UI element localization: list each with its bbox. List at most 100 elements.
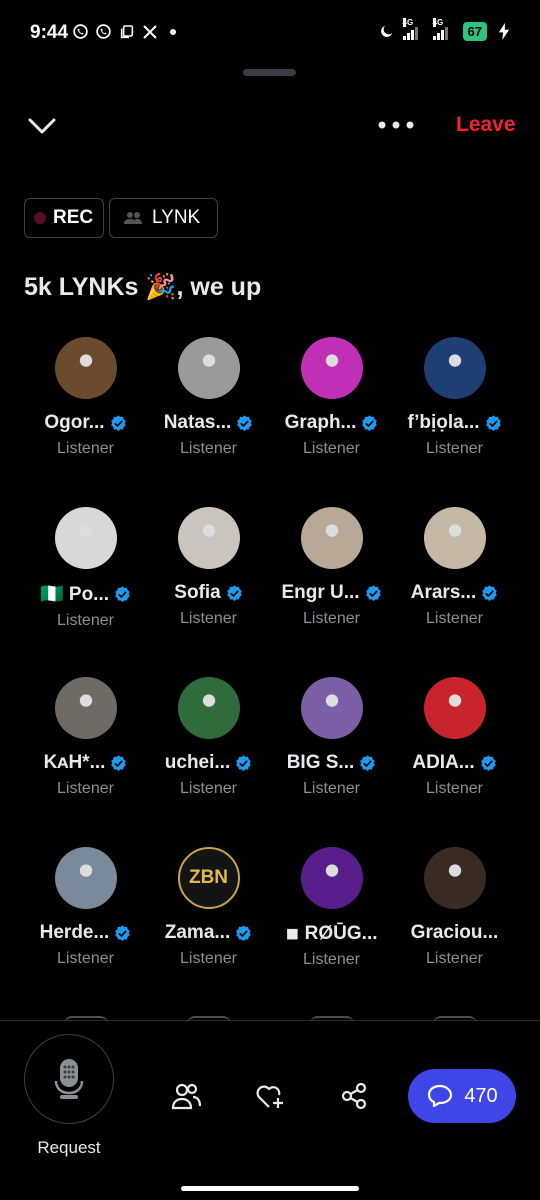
avatar (300, 847, 363, 909)
participant-tile[interactable]: 🇳🇬 Po... Listener (24, 507, 147, 630)
verified-badge-icon (362, 414, 378, 431)
participant-name: uchei... (164, 752, 231, 773)
name-row: BIG S... (270, 752, 393, 774)
name-row: f’bịọla... (393, 412, 516, 434)
avatar (177, 507, 240, 569)
participant-name: Graciou... (410, 922, 499, 943)
verified-badge-icon (236, 924, 252, 941)
home-indicator[interactable] (181, 1186, 359, 1191)
participants-button[interactable] (170, 1080, 202, 1112)
comments-button[interactable]: 470 (408, 1069, 516, 1123)
share-button[interactable] (338, 1080, 370, 1112)
participant-tile[interactable]: Herde... Listener (24, 847, 147, 968)
participant-name: Arars... (410, 582, 477, 603)
verified-badge-icon (237, 414, 253, 431)
verified-badge-icon (115, 924, 131, 941)
avatar (54, 847, 117, 909)
participant-role: Listener (57, 780, 114, 797)
verified-badge-icon (110, 414, 126, 431)
verified-badge-icon (111, 754, 127, 771)
avatar (300, 507, 363, 569)
verified-badge-icon (485, 414, 501, 431)
comments-count: 470 (464, 1084, 498, 1107)
avatar (54, 337, 117, 399)
participant-role: Listener (180, 950, 237, 967)
avatar (423, 677, 486, 739)
participant-name: 🇳🇬 Po... (39, 584, 110, 605)
avatar (423, 507, 486, 569)
participant-tile[interactable]: Engr U... Listener (270, 507, 393, 628)
people-icon (171, 1083, 201, 1110)
request-label: Request (37, 1138, 101, 1157)
next-row-peek (64, 1016, 108, 1024)
participant-tile[interactable]: Graciou... Listener (393, 847, 516, 968)
name-row: Herde... (24, 922, 147, 944)
participant-role: Listener (180, 610, 237, 627)
name-row: Engr U... (270, 582, 393, 604)
participant-tile[interactable]: ADIA... Listener (393, 677, 516, 798)
name-row: Zama... (147, 922, 270, 944)
share-icon (341, 1082, 367, 1110)
participant-role: Listener (303, 440, 360, 457)
name-row: Natas... (147, 412, 270, 434)
request-mic-button[interactable] (24, 1034, 114, 1124)
verified-badge-icon (360, 754, 376, 771)
verified-badge-icon (236, 754, 252, 771)
participant-tile[interactable]: Arars... Listener (393, 507, 516, 628)
participant-name: Zama... (164, 922, 231, 943)
participant-role: Listener (303, 951, 360, 968)
verified-badge-icon (365, 584, 381, 601)
next-row-peek (433, 1016, 477, 1024)
participant-role: Listener (426, 950, 483, 967)
participant-tile[interactable]: Sofia Listener (147, 507, 270, 628)
next-row-peek (187, 1016, 231, 1024)
avatar (300, 677, 363, 739)
comment-bubble-icon (428, 1084, 453, 1108)
participant-name: KᴀH*... (43, 752, 106, 773)
react-button[interactable] (254, 1080, 286, 1112)
microphone-icon (54, 1059, 84, 1099)
participant-tile[interactable]: BIG S... Listener (270, 677, 393, 798)
name-row: Arars... (393, 582, 516, 604)
name-row: ADIA... (393, 752, 516, 774)
participant-name: Herde... (39, 922, 110, 943)
name-row: Sofia (147, 582, 270, 604)
name-row: Ogor... (24, 412, 147, 434)
participant-tile[interactable]: ZBN Zama... Listener (147, 847, 270, 968)
participants-grid: Ogor... Listener Natas... Listener Graph... L… (0, 0, 540, 1020)
participant-tile[interactable]: ◾ RØŪG... Listener (270, 847, 393, 969)
name-row: KᴀH*... (24, 752, 147, 774)
participant-role: Listener (57, 612, 114, 629)
participant-role: Listener (303, 780, 360, 797)
verified-badge-icon (115, 585, 130, 602)
verified-badge-icon (482, 584, 498, 601)
verified-badge-icon (480, 754, 496, 771)
avatar (177, 677, 240, 739)
participant-tile[interactable]: KᴀH*... Listener (24, 677, 147, 798)
avatar-initials: ZBN (188, 867, 229, 888)
participant-tile[interactable]: Ogor... Listener (24, 337, 147, 458)
avatar (54, 677, 117, 739)
participant-name: f’bịọla... (407, 412, 480, 433)
participant-name: Natas... (163, 412, 232, 433)
participant-tile[interactable]: uchei... Listener (147, 677, 270, 798)
participant-name: ◾ RØŪG... (285, 923, 378, 944)
participant-role: Listener (180, 780, 237, 797)
avatar (54, 507, 117, 569)
next-row-peek (310, 1016, 354, 1024)
participant-role: Listener (426, 780, 483, 797)
participant-role: Listener (57, 950, 114, 967)
participant-tile[interactable]: Natas... Listener (147, 337, 270, 458)
participant-role: Listener (180, 440, 237, 457)
participant-tile[interactable]: f’bịọla... Listener (393, 337, 516, 458)
participant-name: Engr U... (281, 582, 360, 603)
participant-name: Graph... (284, 412, 357, 433)
name-row: 🇳🇬 Po... (24, 582, 147, 606)
participant-role: Listener (303, 610, 360, 627)
avatar (300, 337, 363, 399)
avatar (423, 337, 486, 399)
participant-role: Listener (426, 610, 483, 627)
participant-tile[interactable]: Graph... Listener (270, 337, 393, 458)
avatar (423, 847, 486, 909)
participant-name: Ogor... (44, 412, 105, 433)
